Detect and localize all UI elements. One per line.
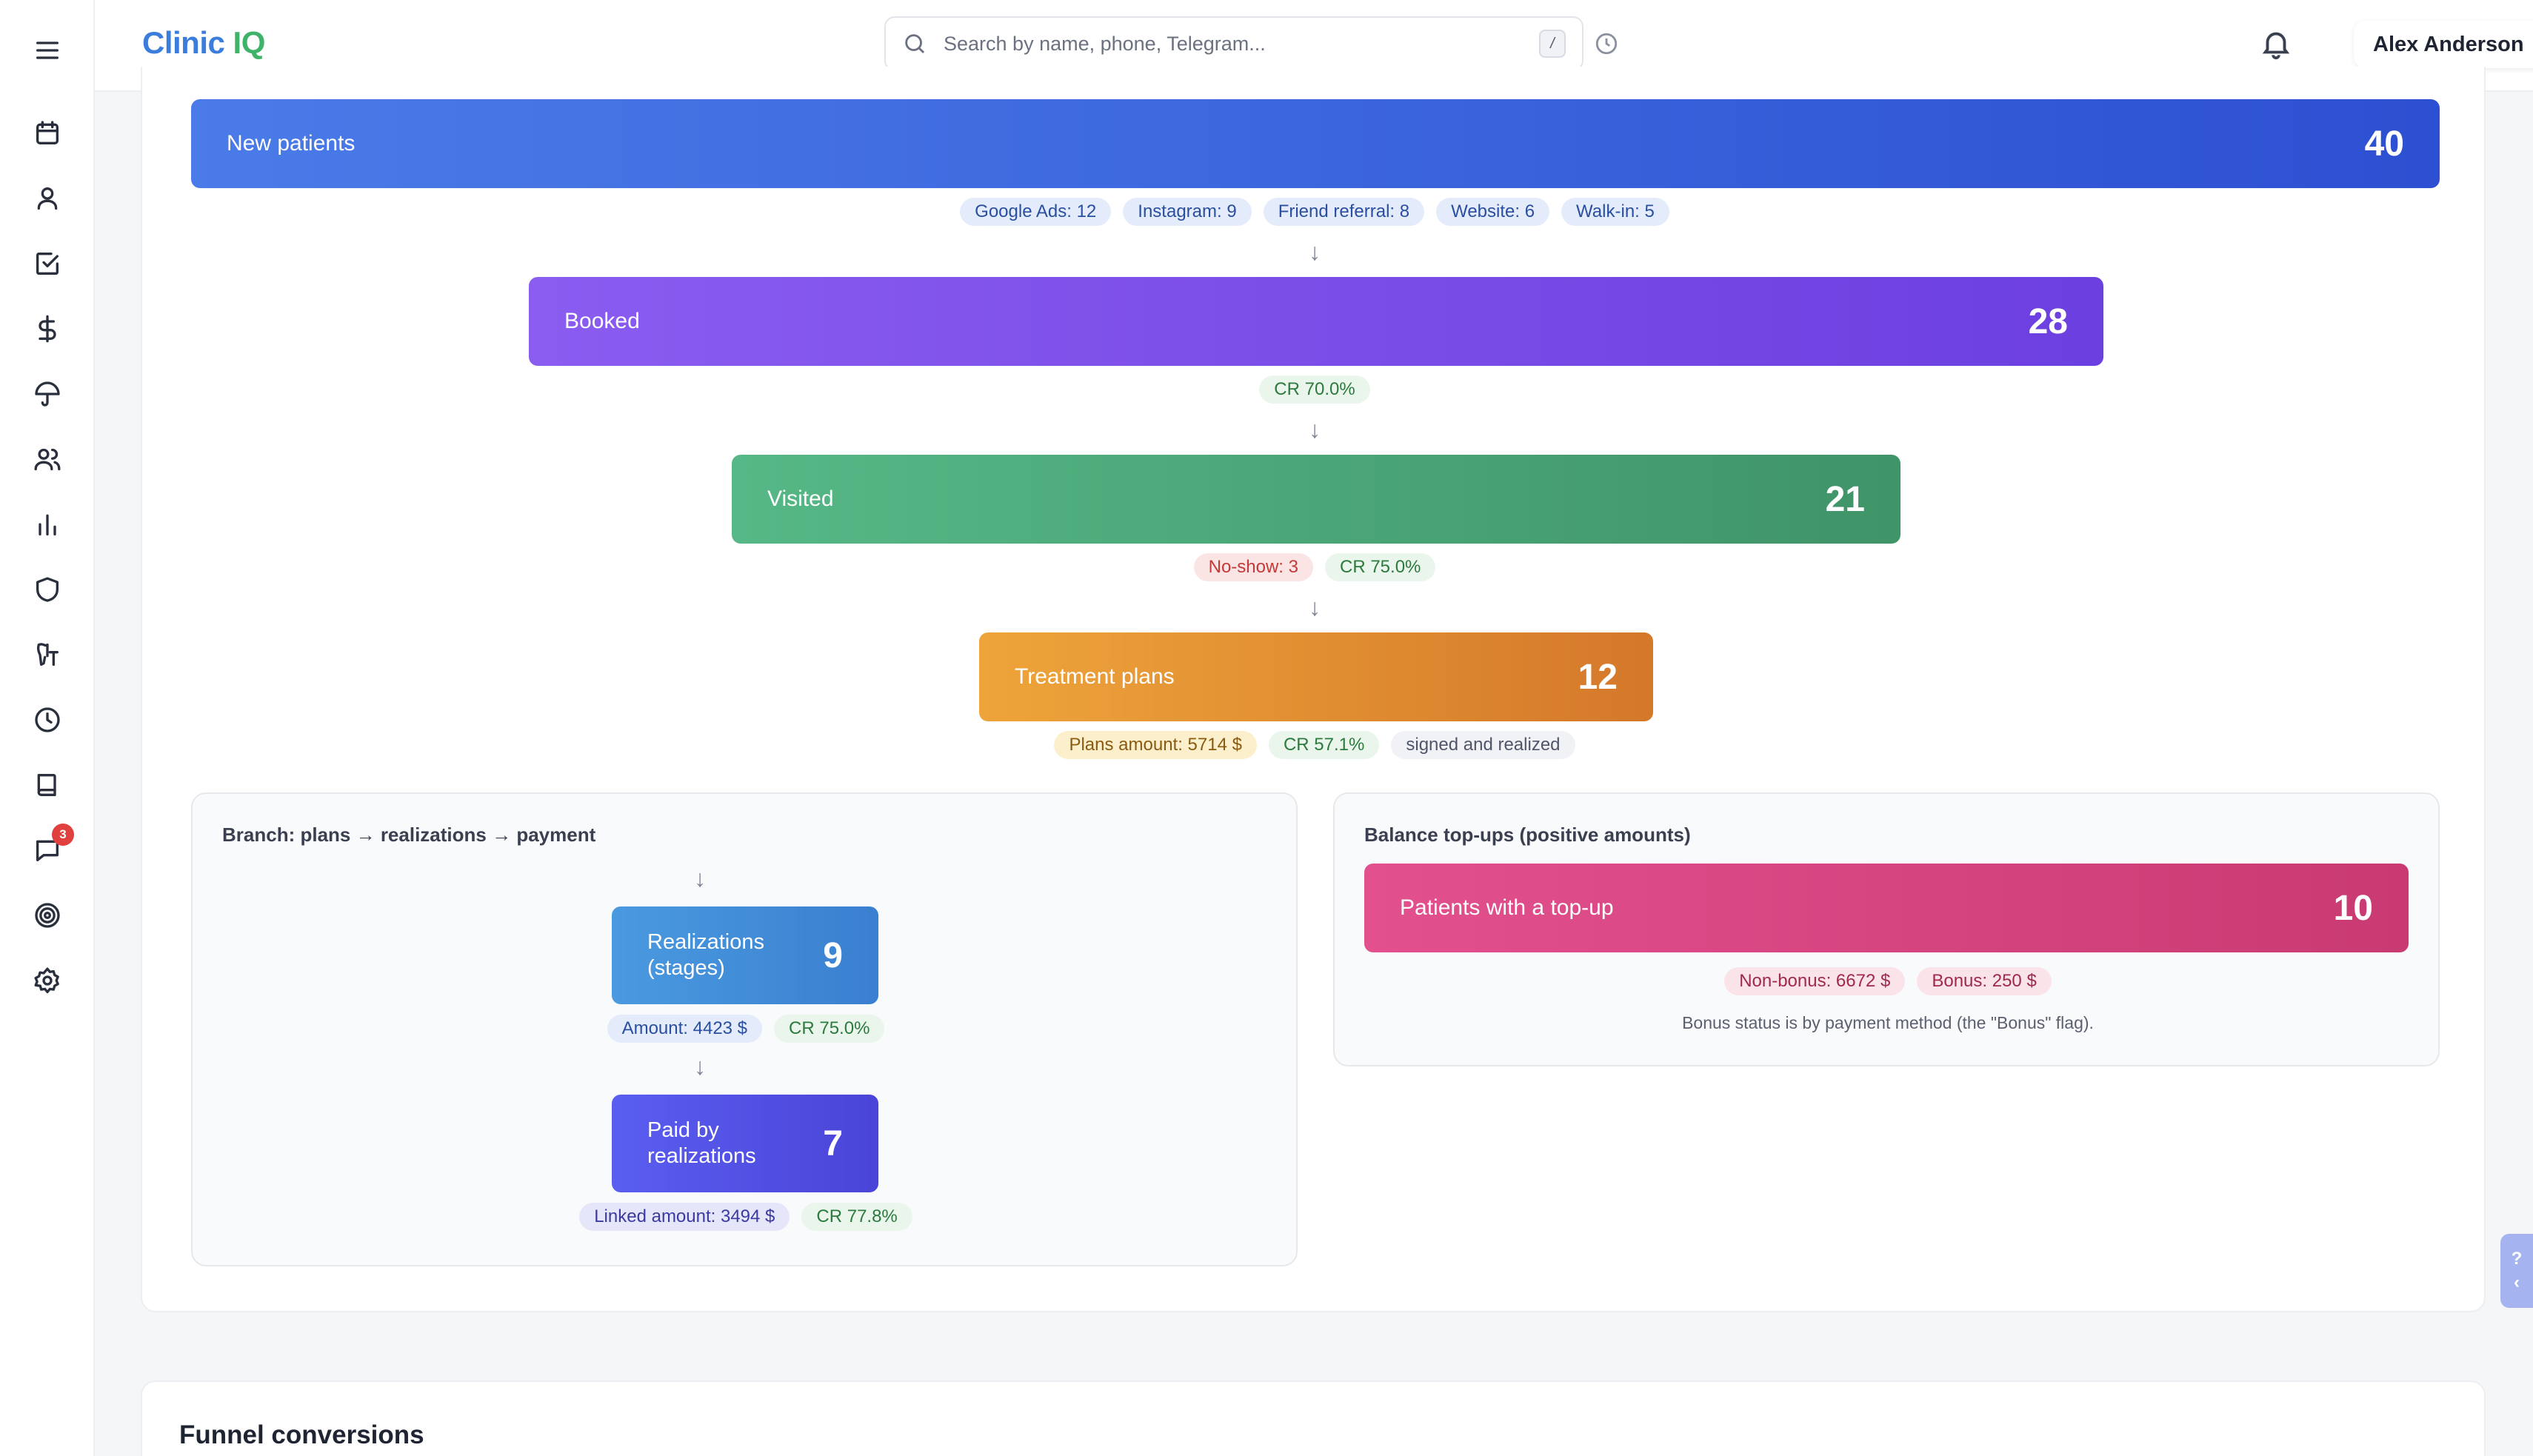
bar-chart-icon[interactable] (30, 507, 65, 542)
dollar-icon[interactable] (30, 311, 65, 347)
arrow-down-icon: ↓ (1309, 593, 1321, 621)
logo-part-2: IQ (233, 25, 266, 60)
search-shortcut-key: / (1539, 30, 1566, 58)
gear-icon[interactable] (30, 963, 65, 998)
visited-chips: No-show: 3 CR 75.0% (142, 553, 2487, 581)
nonbonus-chip: Non-bonus: 6672 $ (1724, 967, 1906, 995)
checkbox-icon[interactable] (30, 246, 65, 281)
target-icon[interactable] (30, 898, 65, 933)
shield-icon[interactable] (30, 572, 65, 607)
plans-chips: Plans amount: 5714 $ CR 57.1% signed and… (142, 731, 2487, 759)
search-box[interactable]: Search by name, phone, Telegram... / (884, 16, 1583, 71)
realizations-chips: Amount: 4423 $ CR 75.0% (193, 1015, 1299, 1043)
cr-chip: CR 75.0% (1325, 553, 1436, 581)
topups-panel: Balance top-ups (positive amounts) Patie… (1333, 792, 2440, 1066)
book-icon[interactable] (30, 767, 65, 803)
arrow-down-icon: ↓ (1309, 415, 1321, 443)
funnel-label: New patients (227, 131, 356, 156)
funnel-card: New patients 40 Google Ads: 12 Instagram:… (141, 67, 2486, 1312)
noshow-chip: No-show: 3 (1193, 553, 1313, 581)
source-chip: Google Ads: 12 (960, 198, 1112, 226)
tooth-icon[interactable] (30, 637, 65, 672)
arrow-down-icon: ↓ (694, 1052, 706, 1080)
funnel-bar-booked[interactable]: Booked 28 (529, 277, 2103, 366)
clock-icon[interactable] (30, 702, 65, 738)
cr-chip: CR 70.0% (1259, 375, 1370, 404)
realizations-value: 9 (823, 935, 843, 975)
chat-icon[interactable]: 3 (30, 824, 74, 868)
paid-box[interactable]: Paid by realizations 7 (612, 1095, 878, 1192)
help-tab[interactable]: ? ‹ (2500, 1234, 2533, 1308)
source-chip: Instagram: 9 (1123, 198, 1252, 226)
notification-bell-icon[interactable] (2259, 27, 2293, 61)
realizations-label: Realizations (stages) (647, 930, 764, 980)
paid-value: 7 (823, 1123, 843, 1163)
funnel-label: Visited (767, 487, 834, 511)
funnel-value: 40 (2364, 124, 2404, 164)
realizations-box[interactable]: Realizations (stages) 9 (612, 906, 878, 1004)
user-menu[interactable]: Alex Anderson (2354, 21, 2533, 68)
arrow-down-icon: ↓ (1309, 238, 1321, 265)
arrow-down-icon: ↓ (694, 864, 706, 892)
history-icon[interactable] (1594, 31, 1619, 56)
cr-chip: CR 57.1% (1268, 731, 1380, 759)
help-chevron-icon: ‹ (2514, 1272, 2520, 1292)
funnel-value: 21 (1825, 479, 1865, 519)
user-icon[interactable] (30, 181, 65, 216)
funnel-conversions-title: Funnel conversions (179, 1420, 424, 1449)
funnel-bar-new-patients[interactable]: New patients 40 (191, 99, 2440, 188)
topups-label: Patients with a top-up (1400, 895, 1614, 920)
booked-chips: CR 70.0% (142, 375, 2487, 404)
funnel-label: Treatment plans (1015, 664, 1175, 689)
logo-part-1: Clinic (142, 25, 225, 60)
paid-label: Paid by realizations (647, 1118, 756, 1168)
source-chip: Walk-in: 5 (1561, 198, 1669, 226)
funnel-value: 12 (1578, 657, 1618, 697)
topups-chips: Non-bonus: 6672 $ Bonus: 250 $ (1335, 967, 2441, 995)
funnel-bar-treatment-plans[interactable]: Treatment plans 12 (979, 632, 1653, 721)
funnel-value: 28 (2028, 301, 2068, 341)
user-name: Alex Anderson (2373, 32, 2524, 56)
funnel-label: Booked (564, 309, 640, 333)
topups-bar[interactable]: Patients with a top-up 10 (1364, 864, 2409, 952)
topups-title: Balance top-ups (positive amounts) (1364, 824, 1691, 846)
cr-chip: CR 75.0% (774, 1015, 885, 1043)
paid-amount-chip: Linked amount: 3494 $ (579, 1203, 790, 1231)
plans-amount-chip: Plans amount: 5714 $ (1054, 731, 1257, 759)
users-icon[interactable] (30, 441, 65, 477)
topups-value: 10 (2333, 888, 2373, 928)
sources-chips: Google Ads: 12 Instagram: 9 Friend referra… (142, 198, 2487, 226)
source-chip: Friend referral: 8 (1263, 198, 1425, 226)
source-chip: Website: 6 (1436, 198, 1550, 226)
topups-note: Bonus status is by payment method (the "… (1682, 1013, 2094, 1032)
search-icon (905, 34, 925, 54)
sidebar: 3 (0, 0, 95, 1456)
funnel-bar-visited[interactable]: Visited 21 (732, 455, 1900, 544)
realizations-amount-chip: Amount: 4423 $ (607, 1015, 763, 1043)
help-label: ? (2511, 1249, 2523, 1269)
chat-badge: 3 (52, 824, 74, 846)
funnel-conversions-card: Funnel conversions (141, 1380, 2486, 1456)
umbrella-icon[interactable] (30, 376, 65, 412)
paid-chips: Linked amount: 3494 $ CR 77.8% (193, 1203, 1299, 1231)
branch-title: Branch: plans → realizations → payment (222, 824, 596, 846)
app-logo[interactable]: Clinic IQ (142, 25, 265, 61)
search-input[interactable]: Search by name, phone, Telegram... (944, 33, 1539, 56)
bonus-chip: Bonus: 250 $ (1917, 967, 2052, 995)
calendar-icon[interactable] (30, 116, 65, 151)
cr-chip: CR 77.8% (801, 1203, 912, 1231)
branch-panel: Branch: plans → realizations → payment ↓… (191, 792, 1298, 1266)
menu-icon[interactable] (30, 33, 65, 68)
plans-note-chip: signed and realized (1391, 731, 1575, 759)
